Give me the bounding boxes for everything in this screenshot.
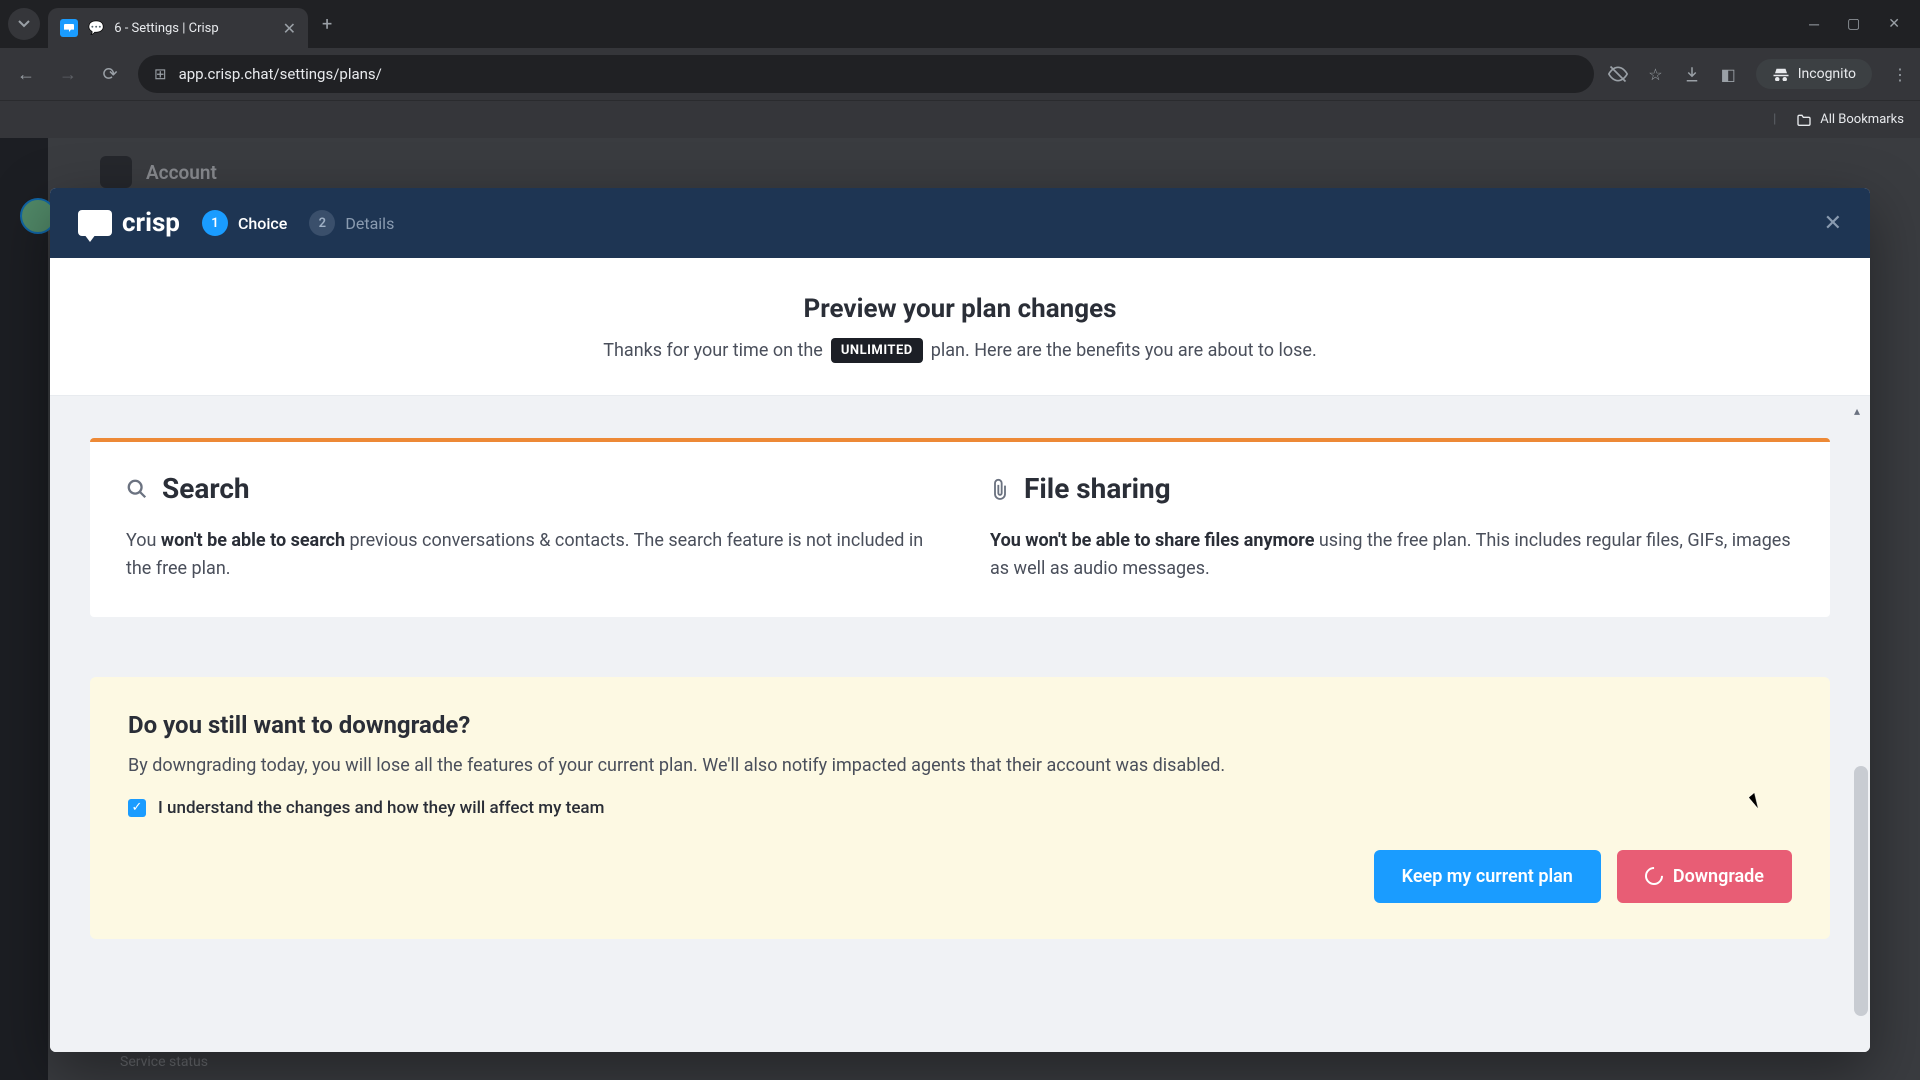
downloads-icon[interactable] (1683, 65, 1701, 83)
close-modal-button[interactable]: ✕ (1824, 211, 1842, 236)
intro-title: Preview your plan changes (90, 294, 1830, 324)
chevron-down-icon (18, 20, 30, 28)
intro-sub-post: plan. Here are the benefits you are abou… (931, 340, 1317, 361)
incognito-badge[interactable]: Incognito (1756, 59, 1872, 89)
scrollbar-thumb[interactable] (1854, 766, 1868, 1016)
feature-file-sharing: File sharing You won't be able to share … (990, 472, 1794, 583)
button-row: Keep my current plan Downgrade (128, 850, 1792, 903)
browser-tab-strip: 💬 6 - Settings | Crisp ✕ + ─ ▢ ✕ (0, 0, 1920, 48)
modal-body[interactable]: ▴ Search You won't be able to search pre… (50, 396, 1870, 1052)
crisp-favicon-icon (60, 19, 78, 37)
bookmarks-bar: | All Bookmarks (0, 100, 1920, 138)
spinner-icon (1641, 864, 1666, 889)
step-label: Choice (238, 214, 287, 233)
incognito-icon (1772, 67, 1790, 81)
crisp-brand-text: crisp (122, 208, 180, 238)
eye-off-icon[interactable] (1608, 64, 1628, 84)
crisp-logo-icon (78, 210, 112, 236)
feature-search: Search You won't be able to search previ… (126, 472, 930, 583)
minimize-icon[interactable]: ─ (1809, 16, 1819, 33)
chat-bubble-icon: 💬 (88, 21, 104, 36)
understand-checkbox-row[interactable]: ✓ I understand the changes and how they … (128, 798, 1792, 818)
confirm-title: Do you still want to downgrade? (128, 711, 1792, 739)
url-text: app.crisp.chat/settings/plans/ (179, 65, 382, 83)
confirm-subtitle: By downgrading today, you will lose all … (128, 755, 1792, 776)
step-number: 2 (309, 210, 335, 236)
crisp-logo: crisp (78, 208, 180, 238)
all-bookmarks-label: All Bookmarks (1820, 112, 1904, 127)
tab-search-dropdown[interactable] (8, 8, 40, 40)
browser-toolbar: ← → ⟳ ⊞ app.crisp.chat/settings/plans/ ☆… (0, 48, 1920, 100)
bookmark-star-icon[interactable]: ☆ (1648, 65, 1662, 84)
new-tab-button[interactable]: + (322, 14, 332, 35)
browser-tab[interactable]: 💬 6 - Settings | Crisp ✕ (48, 8, 308, 48)
intro-sub-pre: Thanks for your time on the (603, 340, 823, 361)
downgrade-button[interactable]: Downgrade (1617, 850, 1792, 903)
feature-title: Search (162, 472, 250, 505)
address-bar[interactable]: ⊞ app.crisp.chat/settings/plans/ (138, 55, 1594, 93)
feature-description: You won't be able to search previous con… (126, 527, 930, 583)
understand-checkbox[interactable]: ✓ (128, 799, 146, 817)
reload-button[interactable]: ⟳ (96, 64, 124, 85)
feature-loss-card: Search You won't be able to search previ… (90, 438, 1830, 617)
browser-menu-icon[interactable]: ⋮ (1892, 65, 1908, 84)
back-button[interactable]: ← (12, 64, 40, 85)
paperclip-icon (990, 477, 1010, 501)
search-icon (126, 478, 148, 500)
checkbox-label: I understand the changes and how they wi… (158, 798, 604, 818)
intro-subtitle: Thanks for your time on the UNLIMITED pl… (90, 338, 1830, 363)
maximize-icon[interactable]: ▢ (1847, 16, 1860, 33)
step-number: 1 (202, 210, 228, 236)
tab-title: 6 - Settings | Crisp (114, 21, 218, 36)
step-choice[interactable]: 1 Choice (202, 210, 287, 236)
step-label: Details (345, 214, 394, 233)
close-tab-icon[interactable]: ✕ (283, 19, 296, 38)
confirm-downgrade-card: Do you still want to downgrade? By downg… (90, 677, 1830, 939)
plan-badge: UNLIMITED (831, 338, 923, 363)
feature-title: File sharing (1024, 472, 1171, 505)
modal-intro: Preview your plan changes Thanks for you… (50, 258, 1870, 396)
plan-change-modal: crisp 1 Choice 2 Details ✕ Preview your … (50, 188, 1870, 1052)
side-panel-icon[interactable]: ◧ (1721, 65, 1736, 84)
close-window-icon[interactable]: ✕ (1888, 16, 1900, 33)
folder-icon (1796, 113, 1812, 127)
forward-button[interactable]: → (54, 64, 82, 85)
separator: | (1773, 112, 1776, 127)
step-details[interactable]: 2 Details (309, 210, 394, 236)
incognito-label: Incognito (1798, 66, 1856, 82)
keep-plan-button[interactable]: Keep my current plan (1374, 850, 1601, 903)
feature-description: You won't be able to share files anymore… (990, 527, 1794, 583)
site-settings-icon[interactable]: ⊞ (154, 65, 167, 83)
window-controls: ─ ▢ ✕ (1809, 16, 1912, 33)
modal-header: crisp 1 Choice 2 Details ✕ (50, 188, 1870, 258)
scroll-up-indicator: ▴ (1854, 404, 1860, 418)
all-bookmarks-link[interactable]: All Bookmarks (1796, 112, 1904, 127)
